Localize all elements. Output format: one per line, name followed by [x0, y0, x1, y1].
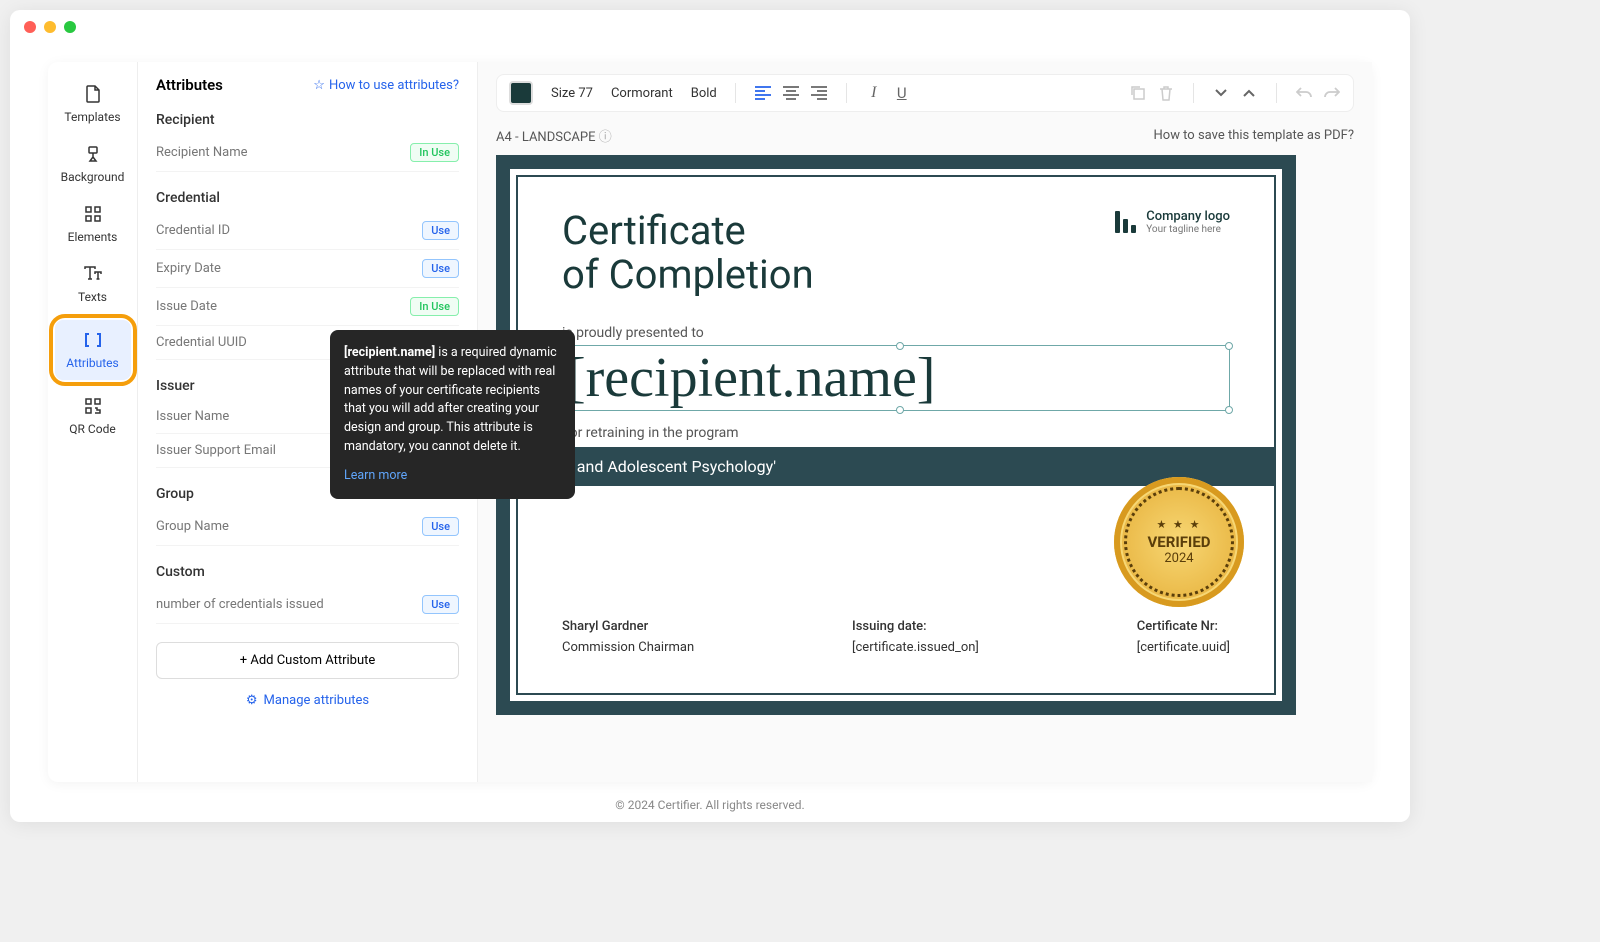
- nav-label: Background: [61, 170, 125, 184]
- retrain-text: For retraining in the program: [562, 425, 1230, 441]
- chevron-down-icon[interactable]: [1212, 84, 1230, 102]
- align-right-icon[interactable]: [810, 84, 828, 102]
- nav-attributes-highlight: Attributes: [49, 314, 137, 386]
- info-icon[interactable]: ⓘ: [599, 130, 612, 145]
- app-window: Templates Background Elements Texts Attr…: [10, 10, 1410, 822]
- attr-custom-num[interactable]: number of credentials issued Use: [156, 586, 459, 624]
- undo-icon[interactable]: [1295, 84, 1313, 102]
- trash-icon[interactable]: [1157, 84, 1175, 102]
- nav-label: Elements: [68, 230, 118, 244]
- color-swatch[interactable]: [509, 81, 533, 105]
- certificate-footer: Sharyl Gardner Commission Chairman Issui…: [562, 617, 1230, 659]
- main-shell: Templates Background Elements Texts Attr…: [48, 62, 1372, 782]
- badge-inuse[interactable]: In Use: [410, 143, 459, 162]
- window-zoom-icon[interactable]: [64, 21, 76, 33]
- italic-icon[interactable]: I: [865, 84, 883, 102]
- font-weight-control[interactable]: Bold: [691, 86, 717, 101]
- attr-group-name[interactable]: Group Name Use: [156, 508, 459, 546]
- titlebar: [10, 10, 1410, 44]
- attr-recipient-name[interactable]: Recipient Name In Use: [156, 134, 459, 172]
- page-footer: © 2024 Certifier. All rights reserved.: [10, 798, 1410, 812]
- help-link[interactable]: ☆ How to use attributes?: [313, 78, 459, 93]
- bars-icon: [1115, 211, 1136, 233]
- paint-icon: [83, 144, 103, 164]
- presented-text: is proudly presented to: [562, 325, 1230, 341]
- align-left-icon[interactable]: [754, 84, 772, 102]
- attr-expiry-date[interactable]: Expiry Date Use: [156, 250, 459, 288]
- nav-label: Templates: [64, 110, 120, 124]
- window-minimize-icon[interactable]: [44, 21, 56, 33]
- section-custom: Custom: [156, 564, 459, 580]
- manage-attributes-link[interactable]: ⚙ Manage attributes: [156, 693, 459, 708]
- brackets-icon: [83, 330, 103, 350]
- canvas-format-label: A4 - LANDSCAPE ⓘ: [496, 126, 612, 145]
- chevron-up-icon[interactable]: [1240, 84, 1258, 102]
- badge-use[interactable]: Use: [422, 595, 459, 614]
- panel-title: Attributes: [156, 76, 223, 94]
- attr-issue-date[interactable]: Issue Date In Use: [156, 288, 459, 326]
- verified-seal: ★ ★ ★ VERIFIED 2024: [1114, 477, 1244, 607]
- file-icon: [83, 84, 103, 104]
- grid-icon: [83, 204, 103, 224]
- nav-background[interactable]: Background: [55, 134, 131, 194]
- nav-templates[interactable]: Templates: [55, 74, 131, 134]
- badge-inuse[interactable]: In Use: [410, 297, 459, 316]
- canvas-area: Size 77 Cormorant Bold I U: [478, 62, 1372, 782]
- copy-icon[interactable]: [1129, 84, 1147, 102]
- gear-icon: ⚙: [246, 693, 258, 708]
- nav-qrcode[interactable]: QR Code: [55, 386, 131, 446]
- save-pdf-hint[interactable]: How to save this template as PDF?: [1154, 128, 1355, 143]
- nav-texts[interactable]: Texts: [55, 254, 131, 314]
- sidebar-nav: Templates Background Elements Texts Attr…: [48, 62, 138, 782]
- underline-icon[interactable]: U: [893, 84, 911, 102]
- text-icon: [83, 264, 103, 284]
- attr-credential-id[interactable]: Credential ID Use: [156, 212, 459, 250]
- redo-icon[interactable]: [1323, 84, 1341, 102]
- nav-elements[interactable]: Elements: [55, 194, 131, 254]
- window-close-icon[interactable]: [24, 21, 36, 33]
- separator: [846, 83, 847, 103]
- section-credential: Credential: [156, 190, 459, 206]
- nav-attributes[interactable]: Attributes: [55, 320, 131, 380]
- nav-label: Attributes: [66, 356, 118, 370]
- certificate-canvas[interactable]: Company logo Your tagline here Certifica…: [496, 155, 1296, 715]
- text-toolbar: Size 77 Cormorant Bold I U: [496, 74, 1354, 112]
- company-logo: Company logo Your tagline here: [1115, 209, 1230, 235]
- font-family-control[interactable]: Cormorant: [611, 86, 673, 101]
- section-recipient: Recipient: [156, 112, 459, 128]
- font-size-control[interactable]: Size 77: [551, 86, 593, 101]
- recipient-field-selected[interactable]: [recipient.name]: [562, 345, 1230, 411]
- badge-use[interactable]: Use: [422, 517, 459, 536]
- badge-use[interactable]: Use: [422, 259, 459, 278]
- separator: [735, 83, 736, 103]
- align-center-icon[interactable]: [782, 84, 800, 102]
- qr-icon: [83, 396, 103, 416]
- nav-label: QR Code: [69, 422, 115, 436]
- nav-label: Texts: [78, 290, 107, 304]
- add-custom-attribute-button[interactable]: + Add Custom Attribute: [156, 642, 459, 679]
- separator: [1193, 83, 1194, 103]
- badge-use[interactable]: Use: [422, 221, 459, 240]
- star-icon: ☆: [313, 78, 325, 93]
- learn-more-link[interactable]: Learn more: [344, 467, 561, 486]
- separator: [1276, 83, 1277, 103]
- attribute-tooltip: [recipient.name] is a required dynamic a…: [330, 330, 575, 499]
